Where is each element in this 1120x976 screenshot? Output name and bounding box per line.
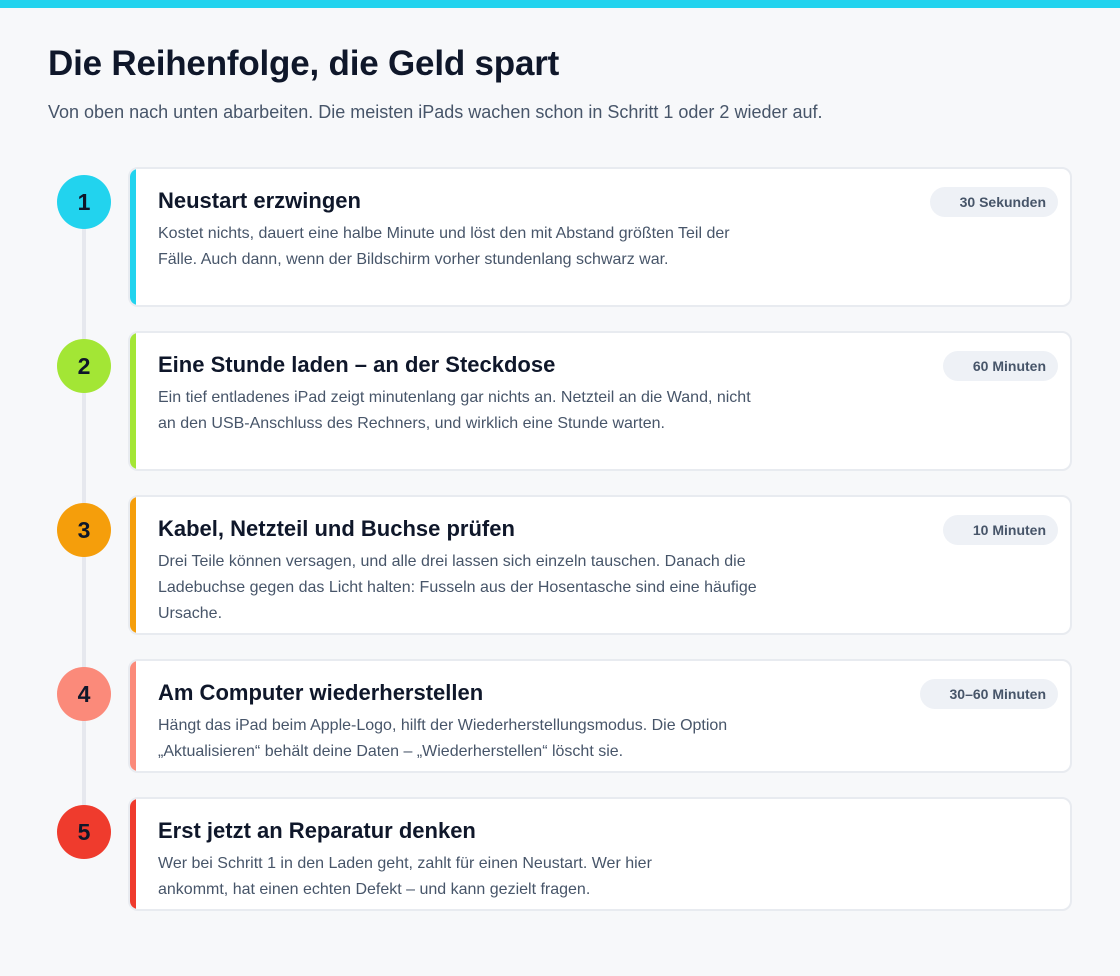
step-card: Am Computer wiederherstellen Hängt das i… bbox=[128, 659, 1072, 773]
step-number-badge: 5 bbox=[57, 805, 111, 859]
top-accent-bar bbox=[0, 0, 1120, 8]
duration-badge: 60 Minuten bbox=[942, 351, 1058, 381]
step-description: Hängt das iPad beim Apple-Logo, hilft de… bbox=[158, 717, 728, 760]
step-accent-bar bbox=[130, 661, 136, 771]
step-description: Drei Teile können versagen, und alle dre… bbox=[158, 553, 757, 622]
step-number-badge: 4 bbox=[57, 667, 111, 721]
step-accent-bar bbox=[130, 169, 136, 305]
step-accent-bar bbox=[130, 799, 136, 909]
step-description: Kostet nichts, dauert eine halbe Minute … bbox=[158, 225, 730, 268]
step-card: Eine Stunde laden – an der Steckdose Ein… bbox=[128, 331, 1072, 471]
step-title: Neustart erzwingen bbox=[158, 188, 361, 213]
step-title: Kabel, Netzteil und Buchse prüfen bbox=[158, 516, 515, 541]
duration-badge: 30 Sekunden bbox=[929, 187, 1058, 217]
page-title: Die Reihenfolge, die Geld spart bbox=[48, 44, 560, 83]
duration-badge: 30–60 Minuten bbox=[919, 679, 1058, 709]
step-title: Erst jetzt an Reparatur denken bbox=[158, 818, 476, 843]
step-title: Eine Stunde laden – an der Steckdose bbox=[158, 352, 556, 377]
step-card: Kabel, Netzteil und Buchse prüfen Drei T… bbox=[128, 495, 1072, 635]
step-card: Erst jetzt an Reparatur denken Wer bei S… bbox=[128, 797, 1072, 911]
step-description: Ein tief entladenes iPad zeigt minutenla… bbox=[158, 389, 751, 432]
step-number-badge: 1 bbox=[57, 175, 111, 229]
step-number-badge: 2 bbox=[57, 339, 111, 393]
step-description: Wer bei Schritt 1 in den Laden geht, zah… bbox=[158, 855, 652, 898]
page-subtitle: Von oben nach unten abarbeiten. Die meis… bbox=[48, 102, 823, 122]
page-header: Die Reihenfolge, die Geld spart Von oben… bbox=[48, 44, 1072, 124]
step-accent-bar bbox=[130, 497, 136, 633]
step-number-badge: 3 bbox=[57, 503, 111, 557]
duration-badge: 10 Minuten bbox=[942, 515, 1058, 545]
step-card: Neustart erzwingen Kostet nichts, dauert… bbox=[128, 167, 1072, 307]
step-accent-bar bbox=[130, 333, 136, 469]
step-title: Am Computer wiederherstellen bbox=[158, 680, 484, 705]
